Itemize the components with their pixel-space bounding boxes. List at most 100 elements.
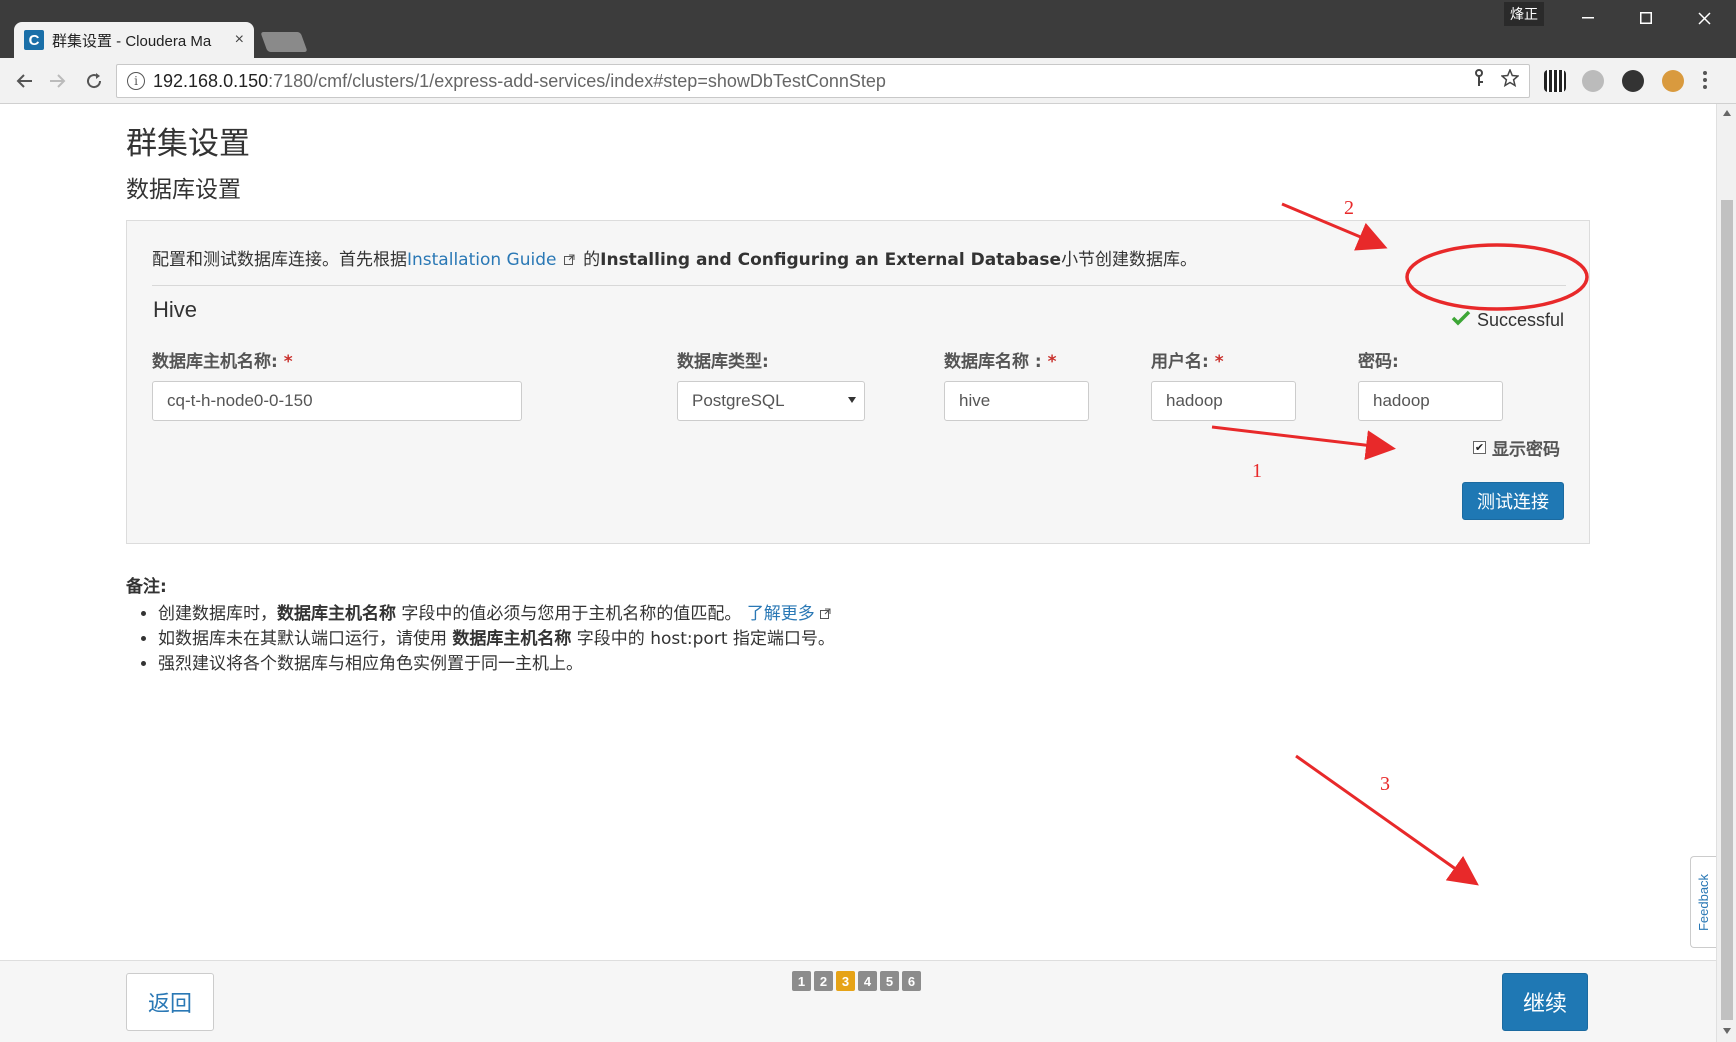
- note1-suffix: 字段中的值必须与您用于主机名称的值匹配。: [396, 604, 742, 624]
- note2-bold: 数据库主机名称: [452, 629, 572, 649]
- host-label: 数据库主机名称: *: [152, 347, 293, 372]
- browser-toolbar: i 192.168.0.150:7180/cmf/clusters/1/expr…: [0, 58, 1736, 104]
- host-label-text: 数据库主机名称:: [152, 352, 278, 372]
- feedback-label: Feedback: [1696, 873, 1711, 931]
- learn-more-link[interactable]: 了解更多: [747, 604, 815, 624]
- db-type-label: 数据库类型:: [677, 352, 769, 372]
- notes-title: 备注:: [126, 577, 167, 597]
- page-subtitle: 数据库设置: [126, 177, 241, 203]
- db-name-input[interactable]: hive: [944, 381, 1089, 421]
- show-password-toggle[interactable]: ✔ 显示密码: [1473, 435, 1560, 460]
- page-title: 群集设置: [126, 126, 250, 162]
- maximize-icon[interactable]: [1618, 2, 1674, 34]
- service-name: Hive: [153, 297, 198, 322]
- scrollbar-thumb[interactable]: [1721, 200, 1733, 1020]
- db-host-input[interactable]: cq-t-h-node0-0-150: [152, 381, 522, 421]
- profile-name-badge[interactable]: 烽正: [1504, 2, 1544, 26]
- minimize-icon[interactable]: [1560, 2, 1616, 34]
- intro-bold: Installing and Configuring an External D…: [600, 250, 1062, 270]
- external-link-icon: [560, 254, 579, 268]
- db-type-value: PostgreSQL: [692, 391, 785, 410]
- feedback-tab[interactable]: Feedback: [1690, 856, 1716, 948]
- site-info-icon[interactable]: i: [127, 72, 145, 90]
- show-password-label: 显示密码: [1492, 440, 1560, 460]
- note-item: 如数据库未在其默认端口运行，请使用 数据库主机名称 字段中的 host:port…: [158, 627, 835, 652]
- dropdown-caret-icon: [848, 394, 856, 406]
- connection-status: Successful: [1451, 309, 1564, 332]
- forward-arrow-icon[interactable]: [44, 68, 72, 94]
- db-name-label: 数据库名称 : *: [944, 347, 1057, 372]
- annotation-label-2: 2: [1344, 197, 1354, 219]
- scroll-down-icon[interactable]: [1717, 1022, 1736, 1042]
- annotation-label-3: 3: [1380, 773, 1390, 795]
- show-password-checkbox[interactable]: ✔: [1473, 441, 1486, 454]
- menu-dots-icon[interactable]: [1702, 70, 1710, 92]
- note1-bold: 数据库主机名称: [277, 604, 396, 624]
- required-mark: *: [1214, 352, 1224, 372]
- panel-divider: [152, 285, 1566, 286]
- window-close-icon[interactable]: [1676, 2, 1732, 34]
- url-text: 192.168.0.150:7180/cmf/clusters/1/expres…: [153, 71, 886, 92]
- back-button[interactable]: 返回: [126, 973, 214, 1031]
- step-1: 1: [792, 971, 811, 991]
- notes-list: 创建数据库时，数据库主机名称 字段中的值必须与您用于主机名称的值匹配。 了解更多…: [126, 602, 835, 677]
- browser-titlebar: C 群集设置 - Cloudera Ma × 烽正: [0, 0, 1736, 58]
- back-arrow-icon[interactable]: [10, 68, 38, 94]
- test-connection-button[interactable]: 测试连接: [1462, 482, 1564, 520]
- step-indicator: 123456: [792, 971, 921, 991]
- required-mark: *: [1047, 352, 1057, 372]
- intro-text: 配置和测试数据库连接。首先根据Installation Guide 的Insta…: [152, 245, 1197, 270]
- cloudera-favicon-icon: C: [24, 30, 44, 50]
- note3-text: 强烈建议将各个数据库与相应角色实例置于同一主机上。: [158, 654, 583, 674]
- page-scrollbar[interactable]: [1716, 104, 1736, 1042]
- new-tab-button[interactable]: [260, 32, 308, 52]
- key-icon[interactable]: [1473, 69, 1485, 92]
- db-host-value: cq-t-h-node0-0-150: [167, 391, 313, 410]
- address-bar[interactable]: i 192.168.0.150:7180/cmf/clusters/1/expr…: [116, 64, 1530, 98]
- bookmark-star-icon[interactable]: [1500, 68, 1520, 92]
- db-name-value: hive: [959, 391, 991, 410]
- note-item: 强烈建议将各个数据库与相应角色实例置于同一主机上。: [158, 652, 835, 677]
- status-text: Successful: [1477, 310, 1565, 330]
- step-2: 2: [814, 971, 833, 991]
- page-content: 群集设置 数据库设置 配置和测试数据库连接。首先根据Installation G…: [0, 104, 1716, 1042]
- username-label-text: 用户名:: [1151, 352, 1209, 372]
- note2-suffix: 字段中的 host:port 指定端口号。: [571, 629, 835, 649]
- annotation-arrow-3: [1295, 754, 1479, 886]
- browser-tab[interactable]: C 群集设置 - Cloudera Ma ×: [14, 22, 254, 58]
- note1-prefix: 创建数据库时，: [158, 604, 277, 624]
- wizard-footer: 返回 123456 继续: [0, 960, 1716, 1042]
- scroll-up-icon[interactable]: [1717, 104, 1736, 124]
- username-value: hadoop: [1166, 391, 1223, 410]
- step-3: 3: [836, 971, 855, 991]
- database-setup-panel: 配置和测试数据库连接。首先根据Installation Guide 的Insta…: [126, 220, 1590, 544]
- step-6: 6: [902, 971, 921, 991]
- intro-prefix: 配置和测试数据库连接。首先根据: [152, 250, 407, 270]
- tab-close-icon[interactable]: ×: [235, 31, 244, 49]
- continue-button[interactable]: 继续: [1502, 973, 1588, 1031]
- note2-prefix: 如数据库未在其默认端口运行，请使用: [158, 629, 453, 649]
- step-5: 5: [880, 971, 899, 991]
- cookie-extension-icon[interactable]: [1662, 70, 1684, 92]
- step-4: 4: [858, 971, 877, 991]
- incognito-extension-icon[interactable]: [1622, 70, 1644, 92]
- reload-icon[interactable]: [80, 68, 108, 94]
- username-input[interactable]: hadoop: [1151, 381, 1296, 421]
- globe-extension-icon[interactable]: [1582, 70, 1604, 92]
- installation-guide-link[interactable]: Installation Guide: [407, 250, 556, 270]
- password-value: hadoop: [1373, 391, 1430, 410]
- password-label: 密码:: [1358, 352, 1399, 372]
- username-label: 用户名: *: [1151, 347, 1224, 372]
- url-host: 192.168.0.150: [153, 70, 269, 91]
- checkmark-icon: [1451, 309, 1471, 332]
- password-input[interactable]: hadoop: [1358, 381, 1503, 421]
- intro-middle: 的: [583, 250, 601, 270]
- qr-code-extension-icon[interactable]: [1544, 70, 1566, 92]
- db-name-label-text: 数据库名称 :: [944, 352, 1042, 372]
- external-link-icon: [820, 604, 831, 624]
- tab-title: 群集设置 - Cloudera Ma: [52, 32, 212, 50]
- note-item: 创建数据库时，数据库主机名称 字段中的值必须与您用于主机名称的值匹配。 了解更多: [158, 602, 835, 627]
- required-mark: *: [283, 352, 293, 372]
- intro-suffix: 小节创建数据库。: [1061, 250, 1198, 270]
- db-type-select[interactable]: PostgreSQL: [677, 381, 865, 421]
